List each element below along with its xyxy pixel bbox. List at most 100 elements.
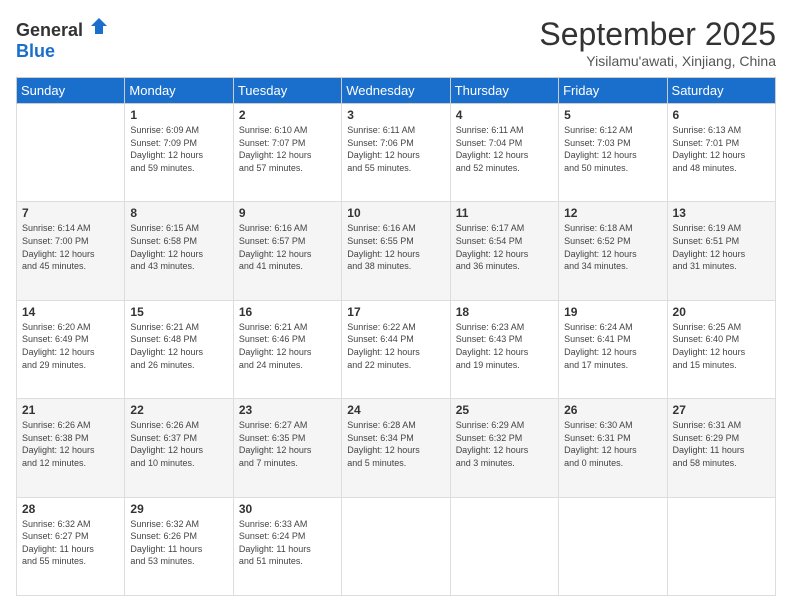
day-info: Sunrise: 6:32 AM Sunset: 6:27 PM Dayligh… <box>22 518 119 568</box>
day-info: Sunrise: 6:24 AM Sunset: 6:41 PM Dayligh… <box>564 321 661 371</box>
day-cell: 9 Sunrise: 6:16 AM Sunset: 6:57 PM Daylig… <box>233 202 341 300</box>
logo: General Blue <box>16 16 109 62</box>
day-cell: 7 Sunrise: 6:14 AM Sunset: 7:00 PM Daylig… <box>17 202 125 300</box>
day-cell: 11 Sunrise: 6:17 AM Sunset: 6:54 PM Dayli… <box>450 202 558 300</box>
header-saturday: Saturday <box>667 78 775 104</box>
day-cell: 24 Sunrise: 6:28 AM Sunset: 6:34 PM Dayli… <box>342 399 450 497</box>
day-cell: 29 Sunrise: 6:32 AM Sunset: 6:26 PM Dayli… <box>125 497 233 595</box>
day-number: 16 <box>239 305 336 319</box>
calendar-table: Sunday Monday Tuesday Wednesday Thursday… <box>16 77 776 596</box>
day-cell: 17 Sunrise: 6:22 AM Sunset: 6:44 PM Dayli… <box>342 300 450 398</box>
day-info: Sunrise: 6:12 AM Sunset: 7:03 PM Dayligh… <box>564 124 661 174</box>
header-monday: Monday <box>125 78 233 104</box>
day-info: Sunrise: 6:16 AM Sunset: 6:57 PM Dayligh… <box>239 222 336 272</box>
day-number: 13 <box>673 206 770 220</box>
day-number: 26 <box>564 403 661 417</box>
day-number: 27 <box>673 403 770 417</box>
day-cell: 18 Sunrise: 6:23 AM Sunset: 6:43 PM Dayli… <box>450 300 558 398</box>
day-number: 5 <box>564 108 661 122</box>
day-cell: 19 Sunrise: 6:24 AM Sunset: 6:41 PM Dayli… <box>559 300 667 398</box>
day-info: Sunrise: 6:27 AM Sunset: 6:35 PM Dayligh… <box>239 419 336 469</box>
day-number: 12 <box>564 206 661 220</box>
day-info: Sunrise: 6:19 AM Sunset: 6:51 PM Dayligh… <box>673 222 770 272</box>
calendar-page: General Blue September 2025 Yisilamu'awa… <box>0 0 792 612</box>
day-cell: 16 Sunrise: 6:21 AM Sunset: 6:46 PM Dayli… <box>233 300 341 398</box>
day-cell <box>342 497 450 595</box>
title-block: September 2025 Yisilamu'awati, Xinjiang,… <box>539 16 776 69</box>
day-cell: 1Sunrise: 6:09 AM Sunset: 7:09 PM Daylig… <box>125 104 233 202</box>
calendar-header: Sunday Monday Tuesday Wednesday Thursday… <box>17 78 776 104</box>
week-row-4: 21Sunrise: 6:26 AM Sunset: 6:38 PM Dayli… <box>17 399 776 497</box>
week-row-2: 7 Sunrise: 6:14 AM Sunset: 7:00 PM Daylig… <box>17 202 776 300</box>
day-cell: 12 Sunrise: 6:18 AM Sunset: 6:52 PM Dayli… <box>559 202 667 300</box>
month-title: September 2025 <box>539 16 776 53</box>
day-number: 20 <box>673 305 770 319</box>
week-row-1: 1Sunrise: 6:09 AM Sunset: 7:09 PM Daylig… <box>17 104 776 202</box>
day-number: 10 <box>347 206 444 220</box>
logo-blue: Blue <box>16 41 55 61</box>
week-row-3: 14Sunrise: 6:20 AM Sunset: 6:49 PM Dayli… <box>17 300 776 398</box>
header: General Blue September 2025 Yisilamu'awa… <box>16 16 776 69</box>
day-number: 21 <box>22 403 119 417</box>
day-info: Sunrise: 6:11 AM Sunset: 7:06 PM Dayligh… <box>347 124 444 174</box>
day-info: Sunrise: 6:13 AM Sunset: 7:01 PM Dayligh… <box>673 124 770 174</box>
day-cell: 2Sunrise: 6:10 AM Sunset: 7:07 PM Daylig… <box>233 104 341 202</box>
day-cell: 20 Sunrise: 6:25 AM Sunset: 6:40 PM Dayli… <box>667 300 775 398</box>
day-cell: 4Sunrise: 6:11 AM Sunset: 7:04 PM Daylig… <box>450 104 558 202</box>
day-number: 24 <box>347 403 444 417</box>
day-cell: 8Sunrise: 6:15 AM Sunset: 6:58 PM Daylig… <box>125 202 233 300</box>
day-number: 11 <box>456 206 553 220</box>
day-cell <box>559 497 667 595</box>
day-cell: 14Sunrise: 6:20 AM Sunset: 6:49 PM Dayli… <box>17 300 125 398</box>
day-cell: 21Sunrise: 6:26 AM Sunset: 6:38 PM Dayli… <box>17 399 125 497</box>
logo-text: General Blue <box>16 16 109 62</box>
day-info: Sunrise: 6:32 AM Sunset: 6:26 PM Dayligh… <box>130 518 227 568</box>
day-number: 1 <box>130 108 227 122</box>
day-cell: 6 Sunrise: 6:13 AM Sunset: 7:01 PM Daylig… <box>667 104 775 202</box>
day-info: Sunrise: 6:10 AM Sunset: 7:07 PM Dayligh… <box>239 124 336 174</box>
day-info: Sunrise: 6:25 AM Sunset: 6:40 PM Dayligh… <box>673 321 770 371</box>
day-cell: 27 Sunrise: 6:31 AM Sunset: 6:29 PM Dayli… <box>667 399 775 497</box>
day-cell: 5 Sunrise: 6:12 AM Sunset: 7:03 PM Daylig… <box>559 104 667 202</box>
day-info: Sunrise: 6:18 AM Sunset: 6:52 PM Dayligh… <box>564 222 661 272</box>
day-info: Sunrise: 6:28 AM Sunset: 6:34 PM Dayligh… <box>347 419 444 469</box>
day-cell: 23 Sunrise: 6:27 AM Sunset: 6:35 PM Dayli… <box>233 399 341 497</box>
day-number: 28 <box>22 502 119 516</box>
day-info: Sunrise: 6:15 AM Sunset: 6:58 PM Dayligh… <box>130 222 227 272</box>
day-cell <box>17 104 125 202</box>
day-info: Sunrise: 6:21 AM Sunset: 6:46 PM Dayligh… <box>239 321 336 371</box>
day-number: 19 <box>564 305 661 319</box>
day-cell: 15Sunrise: 6:21 AM Sunset: 6:48 PM Dayli… <box>125 300 233 398</box>
day-info: Sunrise: 6:23 AM Sunset: 6:43 PM Dayligh… <box>456 321 553 371</box>
day-cell <box>667 497 775 595</box>
header-friday: Friday <box>559 78 667 104</box>
day-number: 23 <box>239 403 336 417</box>
day-info: Sunrise: 6:21 AM Sunset: 6:48 PM Dayligh… <box>130 321 227 371</box>
day-cell <box>450 497 558 595</box>
day-cell: 22Sunrise: 6:26 AM Sunset: 6:37 PM Dayli… <box>125 399 233 497</box>
day-info: Sunrise: 6:29 AM Sunset: 6:32 PM Dayligh… <box>456 419 553 469</box>
day-info: Sunrise: 6:14 AM Sunset: 7:00 PM Dayligh… <box>22 222 119 272</box>
day-cell: 13 Sunrise: 6:19 AM Sunset: 6:51 PM Dayli… <box>667 202 775 300</box>
day-cell: 30Sunrise: 6:33 AM Sunset: 6:24 PM Dayli… <box>233 497 341 595</box>
location-subtitle: Yisilamu'awati, Xinjiang, China <box>539 53 776 69</box>
day-cell: 25 Sunrise: 6:29 AM Sunset: 6:32 PM Dayli… <box>450 399 558 497</box>
day-info: Sunrise: 6:31 AM Sunset: 6:29 PM Dayligh… <box>673 419 770 469</box>
day-info: Sunrise: 6:17 AM Sunset: 6:54 PM Dayligh… <box>456 222 553 272</box>
week-row-5: 28 Sunrise: 6:32 AM Sunset: 6:27 PM Dayli… <box>17 497 776 595</box>
day-number: 17 <box>347 305 444 319</box>
day-number: 7 <box>22 206 119 220</box>
day-info: Sunrise: 6:30 AM Sunset: 6:31 PM Dayligh… <box>564 419 661 469</box>
day-number: 9 <box>239 206 336 220</box>
day-info: Sunrise: 6:22 AM Sunset: 6:44 PM Dayligh… <box>347 321 444 371</box>
day-number: 3 <box>347 108 444 122</box>
header-sunday: Sunday <box>17 78 125 104</box>
day-number: 29 <box>130 502 227 516</box>
day-number: 6 <box>673 108 770 122</box>
day-number: 25 <box>456 403 553 417</box>
day-cell: 10Sunrise: 6:16 AM Sunset: 6:55 PM Dayli… <box>342 202 450 300</box>
day-number: 18 <box>456 305 553 319</box>
logo-icon <box>89 16 109 36</box>
calendar-body: 1Sunrise: 6:09 AM Sunset: 7:09 PM Daylig… <box>17 104 776 596</box>
day-info: Sunrise: 6:26 AM Sunset: 6:37 PM Dayligh… <box>130 419 227 469</box>
